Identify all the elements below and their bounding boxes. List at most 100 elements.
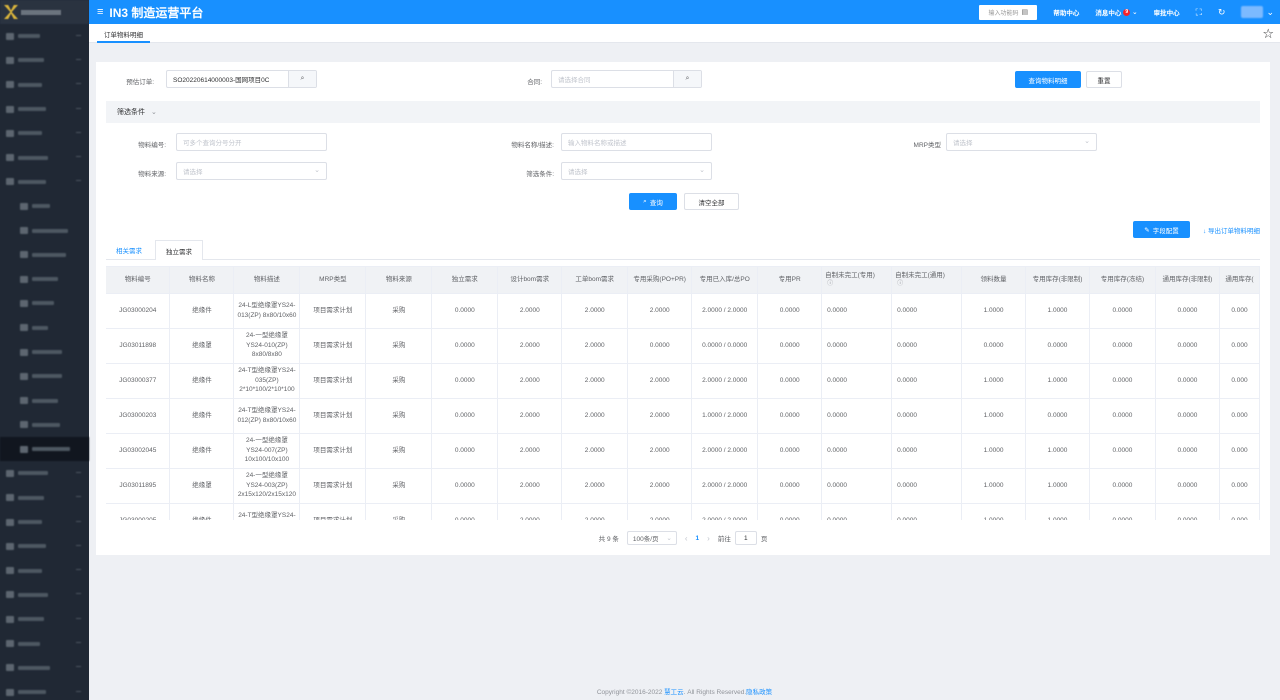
info-icon[interactable]: ⓘ: [895, 280, 958, 289]
sidebar-item[interactable]: [0, 388, 89, 412]
contract-search-icon[interactable]: ⌕: [673, 71, 701, 87]
sidebar-item[interactable]: [0, 461, 89, 485]
footer-company-link[interactable]: 慧工云: [664, 689, 684, 696]
field-config-label: 字段配置: [1152, 227, 1179, 235]
source-select[interactable]: 请选择 ⌄: [176, 162, 327, 180]
field-config-button[interactable]: ✎ 字段配置: [1133, 221, 1190, 238]
column-header: 自制未完工(通用) ⓘ: [891, 267, 963, 294]
material-name-input[interactable]: 输入物料名称或描述: [561, 133, 712, 151]
info-icon[interactable]: ⓘ: [825, 280, 888, 289]
column-header: 物料描述: [233, 267, 301, 294]
favorite-star-icon[interactable]: ☆: [1262, 26, 1274, 42]
query-button[interactable]: ⌕ 查询: [629, 193, 677, 210]
sidebar-item-label: [18, 520, 42, 525]
table-cell: 0.0000: [891, 398, 963, 434]
tab-related-demand[interactable]: 相关需求: [106, 240, 152, 260]
presale-order-input[interactable]: SO20220614000003-国网项目0C ⌕: [166, 70, 317, 88]
page-size-select[interactable]: 100条/页 ⌄: [626, 531, 677, 545]
sidebar-item[interactable]: [0, 170, 89, 194]
search-icon[interactable]: ⌕: [288, 71, 316, 87]
tab-order-material-detail[interactable]: 订单物料明细: [97, 26, 150, 43]
condition-select[interactable]: 请选择 ⌄: [561, 162, 712, 180]
help-center-link[interactable]: 帮助中心: [1053, 7, 1079, 17]
table-cell: 0.0000: [1155, 433, 1220, 469]
goto-page-input[interactable]: 1: [734, 531, 757, 545]
page-number[interactable]: 1: [696, 535, 700, 542]
clear-all-button[interactable]: 清空全部: [684, 193, 739, 210]
sidebar-item[interactable]: [0, 631, 89, 655]
table-cell: 采购: [365, 468, 433, 504]
menu-item-icon: [6, 567, 14, 575]
sidebar-item[interactable]: [0, 486, 89, 510]
message-center-link[interactable]: 消息中心 9 ⌄: [1095, 7, 1138, 17]
table-cell: 0.000: [1219, 363, 1260, 399]
sidebar-item[interactable]: [0, 656, 89, 680]
sidebar-item[interactable]: [0, 340, 89, 364]
table-cell: 0.0000: [431, 363, 499, 399]
table-cell: 1.0000: [1025, 503, 1090, 520]
chevron-down-icon: [76, 642, 81, 645]
tab-independent-demand[interactable]: 独立需求: [155, 240, 203, 260]
sidebar-item[interactable]: [0, 534, 89, 558]
sidebar-item-label: [32, 447, 70, 452]
menu-item-icon: [20, 348, 28, 356]
chevron-down-icon: [76, 569, 81, 572]
sidebar-item[interactable]: [0, 316, 89, 340]
sidebar-item[interactable]: [0, 24, 89, 48]
filter-toggle[interactable]: 筛选条件 ⌄: [106, 101, 1260, 123]
sidebar-item[interactable]: [0, 559, 89, 583]
table-row[interactable]: JG03002045 绝缘件 24-一型绝缘罩YS24-007(ZP) 10x100…: [106, 433, 1260, 469]
sidebar-item[interactable]: [0, 583, 89, 607]
sidebar-item[interactable]: [0, 607, 89, 631]
sidebar-item[interactable]: [0, 437, 89, 462]
sidebar-item[interactable]: [0, 48, 89, 72]
contract-input[interactable]: 请选择合同 ⌕: [551, 70, 702, 88]
next-page-icon[interactable]: ›: [707, 534, 710, 543]
sidebar-item[interactable]: [0, 291, 89, 315]
sidebar-item[interactable]: [0, 218, 89, 242]
privacy-policy-link[interactable]: 隐私政策: [746, 689, 772, 696]
mrp-type-select[interactable]: 请选择 ⌄: [946, 133, 1097, 151]
query-material-detail-button[interactable]: 查询物料明细: [1015, 71, 1081, 88]
column-header: 通用库存(: [1219, 267, 1260, 294]
export-link[interactable]: ↓ 导出订单物料明细: [1203, 225, 1260, 235]
function-code-search[interactable]: 输入功能码 ▤: [979, 4, 1038, 20]
table-cell: 绝缘罩: [169, 468, 235, 504]
sidebar-item[interactable]: [0, 145, 89, 169]
table-row[interactable]: JG03000203 绝缘件 24-T型绝缘罩YS24-012(ZP) 8x80/1…: [106, 398, 1260, 434]
sidebar-item[interactable]: [0, 73, 89, 97]
fullscreen-icon[interactable]: ⛶: [1196, 7, 1202, 18]
menu-toggle-icon[interactable]: ≡: [97, 6, 103, 18]
table-cell: 绝缘件: [169, 398, 235, 434]
table-cell: 2.0000: [627, 468, 693, 504]
sidebar-item[interactable]: [0, 413, 89, 437]
material-no-input[interactable]: 可多个查询分号分开: [176, 133, 327, 151]
table-cell: 项目需求计划: [299, 503, 367, 520]
prev-page-icon[interactable]: ‹: [685, 534, 688, 543]
table-row[interactable]: JG03000377 绝缘件 24-T型绝缘罩YS24-035(ZP) 2*10*1…: [106, 363, 1260, 399]
sidebar-item[interactable]: [0, 680, 89, 700]
sidebar-item[interactable]: [0, 121, 89, 145]
approval-center-link[interactable]: 审批中心: [1154, 7, 1180, 17]
sidebar-item[interactable]: [0, 267, 89, 291]
reset-button[interactable]: 重置: [1086, 71, 1122, 88]
table-cell: 0.0000: [1089, 363, 1156, 399]
table-cell: 0.0000: [1025, 328, 1090, 364]
table-row[interactable]: JG03011895 绝缘罩 24-一型绝缘罩YS24-003(ZP) 2x15x1…: [106, 468, 1260, 504]
sidebar-item[interactable]: [0, 97, 89, 121]
sidebar-item[interactable]: [0, 243, 89, 267]
user-chevron-down-icon[interactable]: ⌄: [1266, 7, 1274, 18]
table-row[interactable]: JG03011898 绝缘罩 24-一型绝缘罩YS24-010(ZP) 8x80/8…: [106, 328, 1260, 364]
sidebar-item[interactable]: [0, 194, 89, 218]
column-header-label: 通用库存(: [1225, 276, 1254, 284]
table-cell: JG03000377: [106, 363, 171, 399]
table-cell: 采购: [365, 433, 433, 469]
refresh-icon[interactable]: ↻: [1218, 7, 1226, 18]
avatar[interactable]: [1241, 6, 1264, 18]
sidebar-item[interactable]: [0, 510, 89, 534]
chevron-down-icon: [76, 690, 81, 694]
table-row[interactable]: JG03000205绝缘件24-T型绝缘罩YS24-036(ZP) 8x80项目…: [106, 503, 1260, 520]
table-row[interactable]: JG03000204 绝缘件 24-L型绝缘罩YS24-013(ZP) 8x80/1…: [106, 293, 1260, 329]
sidebar-item[interactable]: [0, 364, 89, 388]
filter-title: 筛选条件: [117, 109, 145, 116]
